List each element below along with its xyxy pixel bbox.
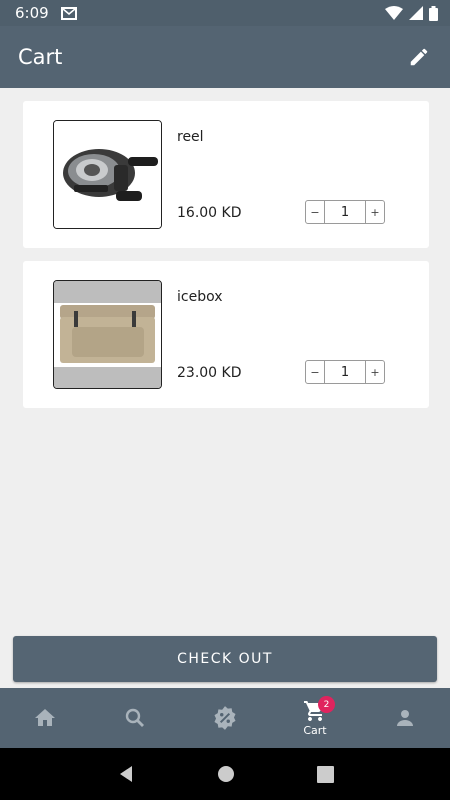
increase-button[interactable]: + [365, 361, 384, 383]
mail-icon [60, 6, 77, 20]
product-price: 16.00 KD [177, 205, 242, 221]
cart-item: icebox 23.00 KD − 1 + [23, 261, 429, 408]
product-name[interactable]: icebox [177, 289, 223, 305]
account-icon [397, 710, 413, 726]
cart-count-badge: 2 [318, 696, 335, 713]
nav-label-cart: Cart [303, 724, 327, 737]
product-name[interactable]: reel [177, 129, 204, 145]
cart-item: reel 16.00 KD − 1 + [23, 101, 429, 248]
recents-icon[interactable] [317, 765, 335, 783]
search-icon [125, 708, 144, 727]
nav-item-account[interactable] [360, 688, 450, 748]
system-nav-bar [0, 748, 450, 800]
page-title: Cart [18, 45, 63, 69]
decrease-button[interactable]: − [306, 361, 325, 383]
discount-icon [214, 706, 236, 730]
increase-button[interactable]: + [365, 201, 384, 223]
app-bar: Cart [0, 26, 450, 88]
product-price: 23.00 KD [177, 365, 242, 381]
status-time: 6:09 [15, 4, 49, 22]
quantity-stepper: − 1 + [305, 360, 385, 384]
nav-item-home[interactable] [0, 688, 90, 748]
battery-icon [429, 5, 438, 21]
product-image[interactable] [53, 120, 162, 229]
edit-icon[interactable] [406, 44, 432, 70]
home-button-icon[interactable] [217, 765, 235, 783]
checkout-button[interactable]: CHECK OUT [13, 636, 437, 682]
bottom-nav: 2 Cart [0, 688, 450, 748]
nav-item-offers[interactable] [180, 688, 270, 748]
back-icon[interactable] [116, 764, 136, 784]
quantity-stepper: − 1 + [305, 200, 385, 224]
quantity-value[interactable]: 1 [325, 205, 365, 220]
home-icon [35, 709, 55, 726]
wifi-icon [385, 6, 403, 20]
product-image[interactable] [53, 280, 162, 389]
nav-item-search[interactable] [90, 688, 180, 748]
decrease-button[interactable]: − [306, 201, 325, 223]
status-bar: 6:09 [0, 0, 450, 26]
nav-item-cart[interactable]: 2 Cart [270, 688, 360, 748]
signal-icon [409, 6, 423, 20]
quantity-value[interactable]: 1 [325, 365, 365, 380]
